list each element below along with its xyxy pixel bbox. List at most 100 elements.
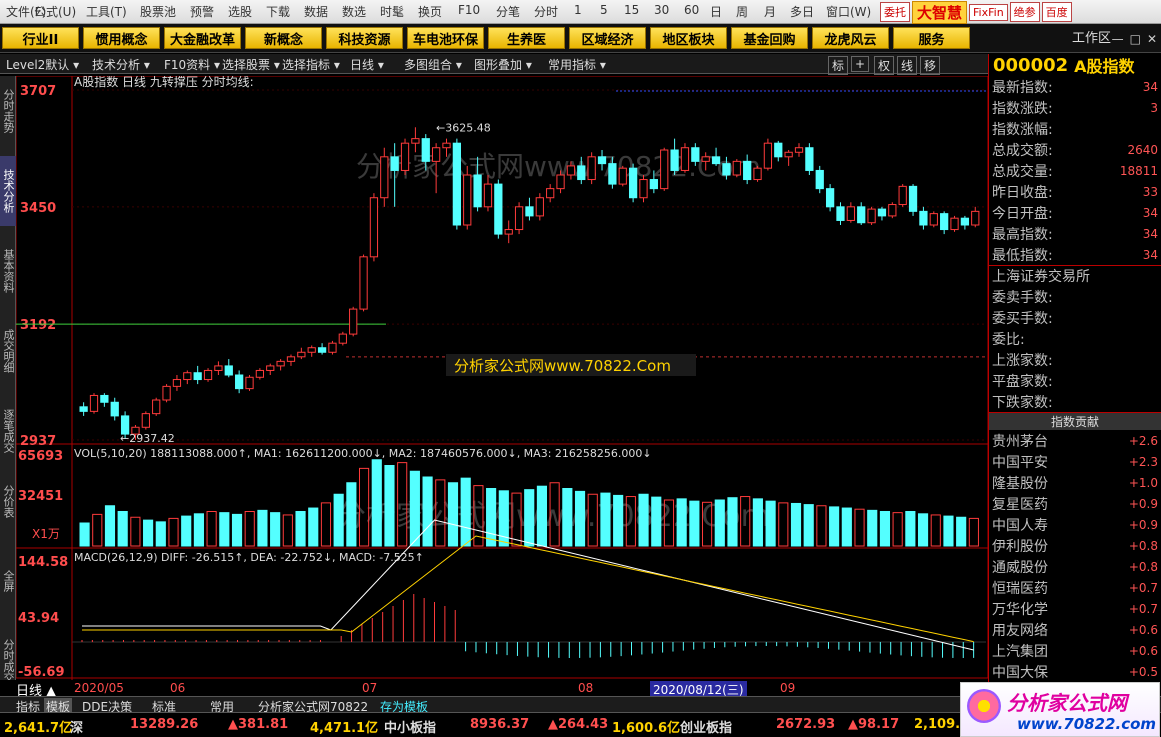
block-button[interactable]: 生养医	[488, 27, 565, 49]
contrib-row[interactable]: 中国人寿 +0.9	[989, 514, 1161, 535]
contrib-row[interactable]: 复星医药 +0.9	[989, 493, 1161, 514]
quote-label: 委卖手数:	[992, 289, 1053, 306]
contrib-stock: 万华化学	[992, 601, 1048, 618]
candle-body	[639, 179, 648, 199]
block-button[interactable]: 大金融改革	[164, 27, 241, 49]
candle-body	[214, 365, 223, 371]
block-button[interactable]: 服务	[893, 27, 970, 49]
left-tab[interactable]: 基本资料	[0, 236, 16, 306]
candle-body	[245, 376, 254, 390]
tool-toggle[interactable]: +	[851, 56, 870, 72]
menu-item[interactable]: 1	[574, 3, 582, 17]
candle-body	[525, 206, 534, 217]
volume-bar	[689, 500, 700, 547]
contrib-row[interactable]: 中国平安 +2.3	[989, 451, 1161, 472]
block-button[interactable]: 科技资源	[326, 27, 403, 49]
tool-toggle[interactable]: 权	[874, 56, 895, 75]
restore-icon[interactable]: □	[1130, 32, 1141, 46]
menu-item[interactable]: 数选	[342, 3, 366, 20]
volume-bar	[257, 509, 268, 547]
menu-item[interactable]: 公式(U)	[34, 3, 76, 20]
block-button[interactable]: 地区板块	[650, 27, 727, 49]
quote-row: 今日开盘: 34	[989, 202, 1161, 223]
menu-item[interactable]: 分时	[534, 3, 558, 20]
left-tab[interactable]: 分价表	[0, 466, 16, 536]
tool-toggle[interactable]: 移	[920, 56, 941, 75]
menu-item[interactable]: 数据	[304, 3, 328, 20]
tool-item[interactable]: F10资料 ▾	[164, 56, 220, 73]
workarea-label[interactable]: 工作区	[1072, 27, 1111, 46]
candle-body	[711, 156, 721, 165]
block-button[interactable]: 龙虎风云	[812, 27, 889, 49]
block-button[interactable]: 车电池环保	[407, 27, 484, 49]
brand-chip[interactable]: 绝参	[1009, 2, 1040, 22]
contrib-row[interactable]: 贵州茅台 +2.6	[989, 430, 1161, 451]
menu-item[interactable]: F10	[458, 3, 480, 17]
menu-item[interactable]: 换页	[418, 3, 442, 20]
brand-chip[interactable]: 百度	[1041, 2, 1072, 22]
menu-item[interactable]: 多日	[790, 3, 814, 20]
brand-chip[interactable]: 委托	[880, 2, 910, 22]
menu-item[interactable]: 预警	[190, 3, 214, 20]
menu-item[interactable]: 分笔	[496, 3, 520, 20]
tool-item[interactable]: 日线 ▾	[350, 56, 384, 73]
block-button[interactable]: 基金回购	[731, 27, 808, 49]
tool-item[interactable]: 图形叠加 ▾	[474, 56, 532, 73]
contrib-title[interactable]: 指数贡献	[989, 412, 1161, 430]
volume-bar	[193, 513, 204, 547]
left-tab[interactable]: 成交明细	[0, 316, 16, 386]
tool-toggle[interactable]: 线	[897, 56, 918, 75]
tool-item[interactable]: 技术分析 ▾	[92, 56, 150, 73]
quote-label: 今日开盘:	[992, 205, 1053, 222]
block-button[interactable]: 惯用概念	[83, 27, 160, 49]
menu-item[interactable]: 选股	[228, 3, 252, 20]
candle-body	[597, 156, 607, 165]
menu-item[interactable]: 月	[764, 3, 776, 20]
minimize-icon[interactable]: —	[1112, 32, 1124, 46]
contrib-row[interactable]: 恒瑞医药 +0.7	[989, 577, 1161, 598]
contrib-row[interactable]: 万华化学 +0.7	[989, 598, 1161, 619]
brand-chip[interactable]: FixFin	[969, 3, 1008, 21]
menu-item[interactable]: 下载	[266, 3, 290, 20]
menu-item[interactable]: 股票池	[140, 3, 176, 20]
contrib-row[interactable]: 用友网络 +0.6	[989, 619, 1161, 640]
price-tick: 2937	[20, 434, 56, 449]
left-tab[interactable]: 分时走势	[0, 76, 16, 146]
menu-item[interactable]: 周	[736, 3, 748, 20]
quote-value: 2640	[1127, 142, 1158, 157]
tool-item[interactable]: Level2默认 ▾	[6, 56, 79, 73]
contrib-row[interactable]: 通威股份 +0.8	[989, 556, 1161, 577]
tool-item[interactable]: 常用指标 ▾	[548, 56, 606, 73]
menu-item[interactable]: 时髦	[380, 3, 404, 20]
menu-item[interactable]: 5	[600, 3, 608, 17]
menu-item[interactable]: 60	[684, 3, 699, 17]
block-button[interactable]: 行业II	[2, 27, 79, 49]
menu-item[interactable]: 窗口(W)	[826, 3, 871, 20]
block-button[interactable]: 新概念	[245, 27, 322, 49]
close-icon[interactable]: ✕	[1147, 32, 1157, 46]
quote-row: 指数涨跌: 3	[989, 97, 1161, 118]
menu-item[interactable]: 工具(T)	[86, 3, 127, 20]
left-tab[interactable]: 技术分析	[0, 156, 16, 226]
quote-label: 最新指数:	[992, 79, 1053, 96]
contrib-row[interactable]: 中国大保 +0.5	[989, 661, 1161, 682]
contrib-row[interactable]: 隆基股份 +1.0	[989, 472, 1161, 493]
menu-item[interactable]: 30	[654, 3, 669, 17]
block-button[interactable]: 区域经济	[569, 27, 646, 49]
contrib-row[interactable]: 伊利股份 +0.8	[989, 535, 1161, 556]
menu-item[interactable]: 日	[710, 3, 722, 20]
contrib-row[interactable]: 上汽集团 +0.6	[989, 640, 1161, 661]
tool-item[interactable]: 多图组合 ▾	[404, 56, 462, 73]
left-tab[interactable]: 逐笔成交	[0, 396, 16, 466]
menu-item[interactable]: 15	[624, 3, 639, 17]
left-tab[interactable]: 全屏	[0, 546, 16, 616]
volume-bar	[676, 498, 687, 547]
block-toolbar: 工作区 — □ ✕ 行业II 惯用概念 大金融改革 新概念 科技资源 车电池环保 生养医 区域…	[0, 24, 1161, 53]
tool-item[interactable]: 选择股票 ▾	[222, 56, 280, 73]
tool-toggle[interactable]: 标	[828, 56, 849, 75]
tool-item[interactable]: 选择指标 ▾	[282, 56, 340, 73]
brand-chip[interactable]: 大智慧	[912, 0, 968, 24]
kline-chart[interactable]: A股指数 日线 九转撑压 分时均线: 3707 3450 3192 2937 分析家公式网…	[16, 76, 988, 680]
candle-body	[235, 374, 244, 390]
volume-bar	[879, 511, 891, 547]
